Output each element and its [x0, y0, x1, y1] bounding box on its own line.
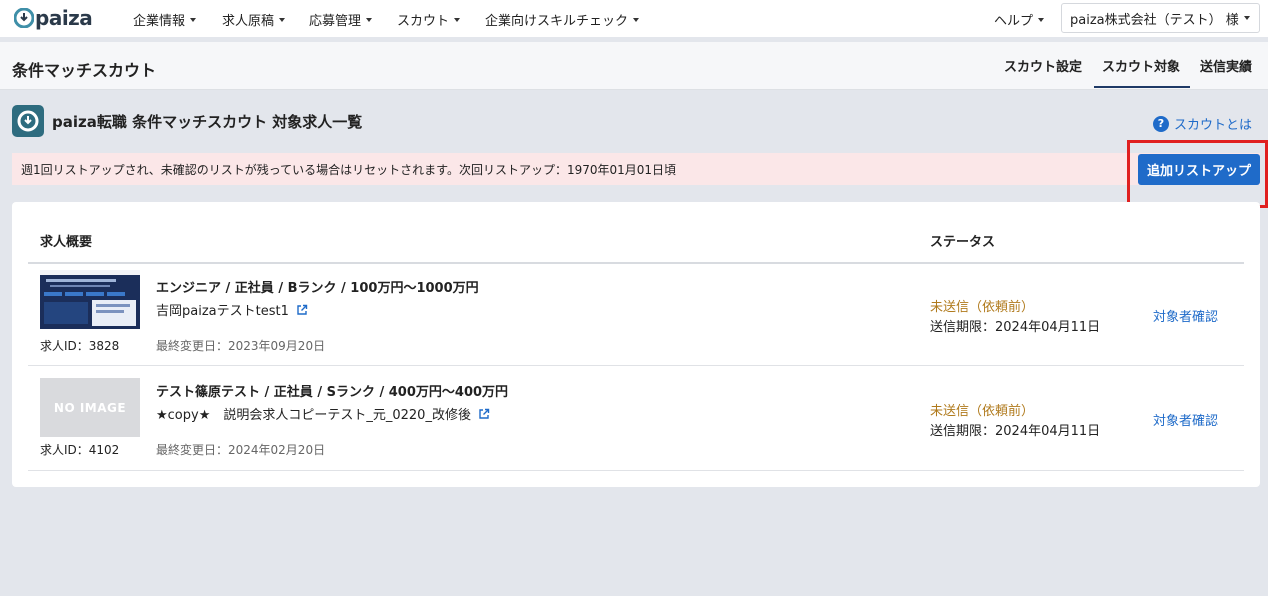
no-image-thumbnail: NO IMAGE	[40, 378, 140, 437]
tab-scout-settings[interactable]: スカウト設定	[1004, 56, 1082, 75]
job-screenshot-image	[40, 270, 140, 329]
listup-notice: 週1回リストアップされ、未確認のリストが残っている場合はリセットされます。次回リ…	[12, 153, 1136, 185]
paiza-app-icon	[12, 105, 44, 137]
company-link[interactable]: 吉岡paizaテストtest1	[156, 300, 308, 319]
page-title: 条件マッチスカウト	[12, 61, 157, 80]
external-link-icon	[297, 304, 308, 315]
column-header-status: ステータス	[930, 235, 996, 250]
chevron-down-icon	[454, 17, 461, 22]
what-is-scout-label: スカウトとは	[1174, 118, 1253, 133]
last-updated: 最終変更日：2023年09月20日	[156, 339, 326, 353]
status-badge: 未送信（依頼前）	[930, 300, 1035, 315]
nav-application-label: 応募管理	[309, 14, 362, 29]
chevron-down-icon	[279, 17, 286, 22]
add-listup-button[interactable]: 追加リストアップ	[1138, 154, 1260, 185]
job-title: テスト篠原テスト / 正社員 / Sランク / 400万円〜400万円	[156, 385, 509, 400]
company-link[interactable]: ★copy★ 説明会求人コピーテスト_元_0220_改修後	[156, 404, 490, 423]
row-divider	[28, 470, 1244, 471]
check-targets-link[interactable]: 対象者確認	[1153, 306, 1218, 325]
nav-company-info-label: 企業情報	[133, 14, 186, 29]
top-navigation: paiza 企業情報 求人原稿 応募管理 スカウト 企業向けスキルチェック ヘル…	[0, 0, 1268, 37]
nav-application[interactable]: 応募管理	[309, 10, 373, 29]
tab-send-history[interactable]: 送信実績	[1200, 56, 1252, 75]
check-targets-link[interactable]: 対象者確認	[1153, 410, 1218, 429]
active-tab-indicator	[1094, 86, 1190, 88]
job-thumbnail	[40, 270, 140, 329]
job-title: エンジニア / 正社員 / Bランク / 100万円〜1000万円	[156, 281, 479, 296]
tab-scout-targets[interactable]: スカウト対象	[1102, 56, 1180, 75]
company-account-menu[interactable]: paiza株式会社（テスト） 様	[1061, 3, 1260, 33]
chevron-down-icon	[1038, 17, 1045, 22]
company-name: 吉岡paizaテストtest1	[156, 304, 289, 319]
nav-job-posting-label: 求人原稿	[222, 14, 275, 29]
status-badge: 未送信（依頼前）	[930, 404, 1035, 419]
nav-company-info[interactable]: 企業情報	[133, 10, 197, 29]
nav-help[interactable]: ヘルプ	[994, 10, 1045, 29]
nav-scout[interactable]: スカウト	[397, 10, 461, 29]
what-is-scout-link[interactable]: ? スカウトとは	[1153, 114, 1252, 133]
chevron-down-icon	[190, 17, 197, 22]
chevron-down-icon	[633, 17, 640, 22]
nav-skill-check[interactable]: 企業向けスキルチェック	[485, 10, 640, 29]
chevron-down-icon	[366, 17, 373, 22]
column-header-job-summary: 求人概要	[40, 235, 93, 250]
send-deadline: 送信期限：2024年04月11日	[930, 424, 1101, 439]
row-divider	[28, 365, 1244, 366]
nav-skill-check-label: 企業向けスキルチェック	[485, 14, 629, 29]
question-icon: ?	[1153, 115, 1169, 132]
company-name: paiza株式会社（テスト） 様	[1070, 12, 1239, 28]
header-divider	[28, 262, 1244, 264]
paiza-c-icon	[17, 110, 39, 132]
paiza-logo[interactable]: paiza	[14, 6, 93, 30]
sub-header: 条件マッチスカウト スカウト設定 スカウト対象 送信実績	[0, 42, 1268, 90]
external-link-icon	[479, 408, 490, 419]
send-deadline: 送信期限：2024年04月11日	[930, 320, 1101, 335]
job-id: 求人ID：3828	[40, 339, 120, 353]
nav-scout-label: スカウト	[397, 14, 450, 29]
nav-job-posting[interactable]: 求人原稿	[222, 10, 286, 29]
listup-notice-text: 週1回リストアップされ、未確認のリストが残っている場合はリセットされます。次回リ…	[21, 162, 677, 177]
paiza-logo-icon	[14, 8, 34, 28]
content-title: paiza転職 条件マッチスカウト 対象求人一覧	[52, 113, 363, 131]
nav-help-label: ヘルプ	[994, 14, 1034, 29]
chevron-down-icon	[1243, 16, 1250, 20]
company-name: ★copy★ 説明会求人コピーテスト_元_0220_改修後	[156, 408, 471, 423]
job-id: 求人ID：4102	[40, 443, 120, 457]
last-updated: 最終変更日：2024年02月20日	[156, 443, 326, 457]
brand-name: paiza	[35, 6, 93, 30]
